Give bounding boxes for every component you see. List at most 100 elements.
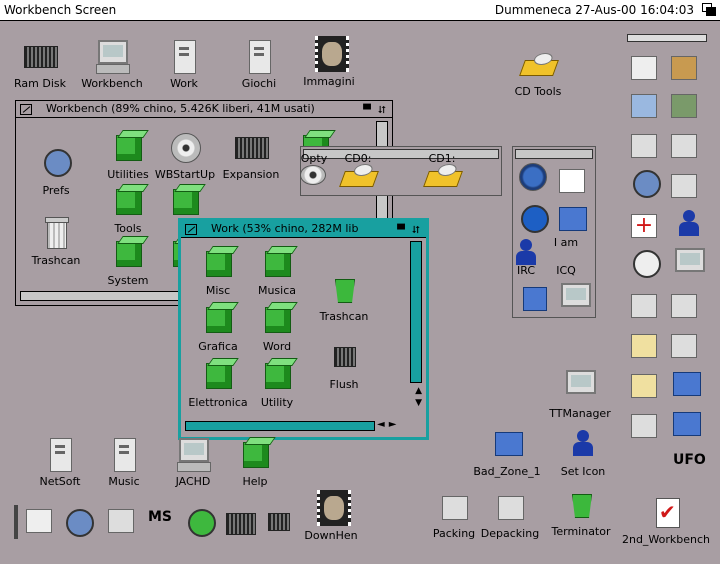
second-workbench-icon[interactable]: 2nd_Workbench: [621, 494, 711, 546]
memory-chip-icon[interactable]: [226, 507, 256, 537]
help-icon[interactable]: Help: [210, 436, 300, 488]
network-icon[interactable]: [629, 286, 663, 318]
book-icon[interactable]: [669, 406, 703, 438]
downhen-film-icon: [317, 490, 351, 526]
network-globe-icon[interactable]: [64, 507, 94, 537]
ufo-logo-icon[interactable]: UFO: [629, 450, 709, 474]
eye-icon[interactable]: [629, 166, 663, 198]
clock-icon[interactable]: [186, 507, 216, 537]
screen-title-bar[interactable]: Workbench Screen Dummeneca 27-Aus-00 16:…: [0, 0, 720, 21]
cdtools-icon[interactable]: CD Tools: [493, 46, 583, 98]
cd0-drive-icon: [339, 171, 379, 187]
close-gadget-icon[interactable]: [20, 104, 32, 115]
phone-icon[interactable]: [517, 281, 551, 313]
music-tower-icon: [114, 438, 136, 472]
depth-gadget-icon[interactable]: [702, 3, 716, 16]
expansion-board-icon: [235, 137, 269, 159]
checkmark-document-icon: [656, 498, 680, 528]
msdos-icon[interactable]: MS: [146, 507, 176, 537]
blue-folder-icon: [495, 432, 523, 456]
tower-pc-icon: [174, 40, 196, 74]
work-hscrollbar[interactable]: [185, 421, 375, 431]
browser-icon[interactable]: [517, 201, 551, 233]
work-close-gadget-icon[interactable]: [185, 224, 197, 235]
cpu-icon[interactable]: [264, 507, 294, 537]
terminal-icon[interactable]: [669, 246, 705, 278]
paint-tool-icon[interactable]: [629, 126, 663, 158]
jachd-base-icon: [177, 462, 211, 472]
word-cube-icon: [265, 307, 291, 333]
set-icon-tool-icon[interactable]: Set Icon: [538, 426, 628, 478]
ib-art: [559, 207, 587, 231]
mac-icon[interactable]: [106, 507, 136, 537]
monitor-icon: [98, 40, 128, 64]
bottom-icon-strip[interactable]: MS: [14, 503, 304, 543]
depacking-box-icon: [498, 496, 524, 520]
right-dock-panel[interactable]: + UFO: [627, 34, 709, 480]
terminator-icon[interactable]: Terminator: [536, 486, 626, 538]
ib-icon[interactable]: [555, 201, 589, 233]
musica-cube-icon: [265, 251, 291, 277]
work-hscroll-arrows-icon[interactable]: ◄►: [377, 419, 400, 430]
mail-icon[interactable]: [555, 161, 589, 193]
drives-panel[interactable]: Opty CD0: CD1:: [300, 146, 502, 196]
work-zoom-depth-icon[interactable]: ▀ ⮃: [397, 223, 422, 239]
ttmanager-icon[interactable]: TTManager: [535, 368, 625, 420]
browser-art: [521, 205, 549, 233]
net-panel-dragbar[interactable]: [515, 149, 593, 159]
immagini-drive-icon[interactable]: Immagini: [284, 36, 374, 88]
3d-cube-icon[interactable]: [629, 86, 663, 118]
satellite-icon[interactable]: [629, 246, 663, 278]
phone-user-icon[interactable]: [629, 406, 663, 438]
red-cross-art: +: [631, 214, 657, 238]
help-cube-icon: [243, 442, 269, 468]
mailbox-icon[interactable]: [669, 366, 703, 398]
help-label: Help: [242, 475, 268, 488]
computers-icon[interactable]: [669, 286, 703, 318]
pen-art: [671, 334, 697, 358]
eye-art: [633, 170, 661, 198]
user-icon[interactable]: [669, 206, 703, 238]
terminal-art: [675, 248, 705, 272]
workbench-window-titlebar[interactable]: Workbench (89% chino, 5.426K liberi, 41M…: [16, 101, 392, 118]
net-panel[interactable]: IRC I am ICQ: [512, 146, 596, 318]
first-aid-icon[interactable]: +: [629, 206, 663, 238]
p-logo-art: [631, 56, 657, 80]
cd-drive-icon: [519, 60, 559, 76]
strip-handle[interactable]: [14, 505, 18, 539]
work-vscrollbar[interactable]: [410, 241, 422, 383]
envelope-icon[interactable]: [629, 366, 663, 398]
network-art: [631, 294, 657, 318]
p-logo-icon[interactable]: [629, 48, 663, 80]
tools-cube-icon: [116, 189, 142, 215]
cd0-icon[interactable]: CD0:: [313, 151, 403, 191]
font-art: [671, 174, 697, 198]
laptop-icon[interactable]: [555, 281, 591, 313]
icq-icon[interactable]: I am ICQ: [521, 235, 611, 277]
terminator-trash-icon: [572, 494, 592, 518]
zoom-depth-icon[interactable]: ▀ ⮃: [363, 103, 388, 119]
portrait-art: [671, 56, 697, 80]
brush-icon[interactable]: [669, 126, 703, 158]
film-strip-icon: [315, 36, 349, 72]
portrait-icon[interactable]: [669, 48, 703, 80]
3d-cube-art: [631, 94, 657, 118]
mountain-icon[interactable]: [669, 86, 703, 118]
joystick-pc-icon: [249, 40, 271, 74]
work-window-titlebar[interactable]: Work (53% chino, 282M lib ▀ ⮃: [181, 221, 426, 238]
phone-art: [523, 287, 547, 311]
work-vscroll-arrows-icon[interactable]: ▲ ▼: [415, 385, 422, 409]
font-icon[interactable]: [669, 166, 703, 198]
work-window[interactable]: Work (53% chino, 282M lib ▀ ⮃ ▲ ▼ ◄► Misc…: [178, 218, 429, 440]
terminator-label: Terminator: [551, 525, 611, 538]
dock-dragbar[interactable]: [627, 34, 707, 42]
cd1-icon[interactable]: CD1:: [397, 151, 487, 191]
cd1-drive-icon: [423, 171, 463, 187]
laptop-art: [561, 283, 591, 307]
writer-icon[interactable]: [24, 507, 54, 537]
pencil-icon[interactable]: [629, 326, 663, 358]
pen-icon[interactable]: [669, 326, 703, 358]
globe-icon[interactable]: [517, 161, 551, 193]
set-icon-label: Set Icon: [560, 465, 606, 478]
utility-drawer-icon[interactable]: Utility: [232, 357, 322, 409]
